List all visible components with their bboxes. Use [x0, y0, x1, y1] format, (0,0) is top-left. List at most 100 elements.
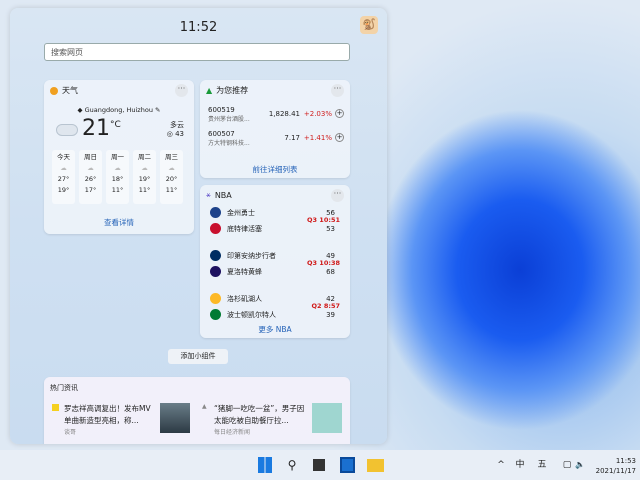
network-icon[interactable]: ▢ [561, 457, 573, 473]
chevron-up-icon[interactable]: ^ [496, 457, 506, 473]
team-score: 68 [315, 268, 335, 276]
cloud-icon: ☁ [160, 163, 183, 174]
news-card: 热门资讯 罗志祥高调复出！发布MV单曲新造型亮相，称... 谈哥 ▲ “猪脚一吃… [44, 377, 350, 444]
team-logo-icon [210, 207, 221, 218]
day-high: 27° [52, 174, 75, 185]
clock: 11:52 [10, 20, 387, 35]
day-low: 17° [79, 185, 102, 196]
news-item[interactable]: ▲ “猪脚一吃吃一盆”，男子因太能吃被自助餐厅拉... 每日经济新闻 [202, 403, 342, 436]
start-button[interactable] [258, 457, 272, 473]
team-row[interactable]: 底特律活塞53 [210, 223, 342, 234]
more-nba-link[interactable]: 更多 NBA [200, 324, 350, 335]
condition: 多云◎ 43 [167, 120, 184, 138]
more-options-button[interactable]: ··· [175, 84, 188, 97]
ime-indicator[interactable]: 中 [514, 457, 526, 473]
file-explorer-icon[interactable] [367, 459, 384, 472]
day-name: 周一 [106, 152, 129, 163]
team-logo-icon [210, 250, 221, 261]
team-name: 夏洛特黄蜂 [227, 267, 315, 277]
stock-row[interactable]: 600519 贵州茅台酒股... 1,828.41 +2.03% + [208, 106, 344, 123]
temperature: 21 [82, 116, 110, 141]
search-placeholder: 搜索网页 [51, 47, 83, 58]
taskbar-time: 11:53 [590, 456, 636, 466]
forecast-day[interactable]: 周三☁20°11° [160, 150, 183, 204]
card-title: 天气 [62, 85, 78, 96]
ime-mode-indicator[interactable]: 五 [536, 457, 548, 473]
widgets-icon[interactable] [340, 457, 355, 473]
cloud-icon: ☁ [52, 163, 75, 174]
location[interactable]: ◆ Guangdong, Huizhou ✎ [44, 106, 194, 114]
stock-change: +1.41% [304, 134, 332, 142]
team-name: 底特律活塞 [227, 224, 315, 234]
card-title: 为您推荐 [216, 85, 248, 96]
team-name: 金州勇士 [227, 208, 315, 218]
day-high: 26° [79, 174, 102, 185]
cloud-icon: ☁ [79, 163, 102, 174]
sun-icon [50, 87, 58, 95]
stock-row[interactable]: 600507 方大特钢科技... 7.17 +1.41% + [208, 130, 344, 147]
day-high: 19° [133, 174, 156, 185]
day-low: 11° [160, 185, 183, 196]
news-item[interactable]: 罗志祥高调复出！发布MV单曲新造型亮相，称... 谈哥 [52, 403, 192, 436]
news-section-title: 热门资讯 [50, 383, 78, 393]
volume-icon[interactable]: 🔈 [574, 457, 586, 473]
clock-date[interactable]: 11:53 2021/11/17 [590, 456, 636, 476]
forecast-day[interactable]: 今天☁27°19° [52, 150, 75, 204]
stock-chart-icon: ▲ [206, 86, 212, 95]
news-headline: 罗志祥高调复出！发布MV单曲新造型亮相，称... [64, 403, 154, 427]
team-row[interactable]: 波士顿凯尔特人39 [210, 309, 342, 320]
stocks-list-link[interactable]: 前往详细列表 [200, 164, 350, 175]
stock-change: +2.03% [304, 110, 332, 118]
day-high: 18° [106, 174, 129, 185]
nba-card: ⚹NBA ··· 金州勇士56底特律活塞53Q3 10:51印第安纳步行者49夏… [200, 185, 350, 338]
news-thumbnail [160, 403, 190, 433]
team-row[interactable]: 夏洛特黄蜂68 [210, 266, 342, 277]
add-stock-button[interactable]: + [335, 133, 344, 142]
team-logo-icon [210, 293, 221, 304]
day-name: 今天 [52, 152, 75, 163]
team-logo-icon [210, 309, 221, 320]
game-status: Q2 8:57 [312, 302, 340, 310]
source-logo-icon: ▲ [202, 403, 207, 410]
more-options-button[interactable]: ··· [331, 189, 344, 202]
team-logo-icon [210, 223, 221, 234]
source-logo-icon [52, 404, 59, 411]
aqi-value: 43 [175, 130, 184, 138]
aqi: ◎ 43 [167, 130, 184, 138]
stock-price: 1,828.41 [269, 110, 300, 118]
news-headline: “猪脚一吃吃一盆”，男子因太能吃被自助餐厅拉... [214, 403, 309, 427]
cloud-icon: ☁ [106, 163, 129, 174]
forecast-day[interactable]: 周二☁19°11° [133, 150, 156, 204]
search-input[interactable]: 搜索网页 [44, 43, 350, 61]
temperature-unit: °C [110, 120, 121, 130]
day-name: 周日 [79, 152, 102, 163]
task-view-icon[interactable] [313, 459, 325, 471]
team-score: 39 [315, 311, 335, 319]
team-name: 洛杉矶湖人 [227, 294, 315, 304]
day-name: 周二 [133, 152, 156, 163]
day-low: 11° [133, 185, 156, 196]
game-status: Q3 10:38 [307, 259, 340, 267]
news-thumbnail [312, 403, 342, 433]
user-avatar[interactable]: 🐒 [360, 16, 378, 34]
basketball-player-icon: ⚹ [206, 190, 211, 200]
forecast-day[interactable]: 周一☁18°11° [106, 150, 129, 204]
team-logo-icon [210, 266, 221, 277]
more-options-button[interactable]: ··· [331, 84, 344, 97]
forecast-day[interactable]: 周日☁26°17° [79, 150, 102, 204]
taskbar-date: 2021/11/17 [590, 466, 636, 476]
stock-price: 7.17 [284, 134, 300, 142]
card-title: NBA [215, 191, 232, 200]
day-name: 周三 [160, 152, 183, 163]
add-widget-button[interactable]: 添加小组件 [168, 349, 228, 364]
add-stock-button[interactable]: + [335, 109, 344, 118]
team-name: 印第安纳步行者 [227, 251, 315, 261]
day-high: 20° [160, 174, 183, 185]
stocks-card: ▲ 为您推荐 ··· 600519 贵州茅台酒股... 1,828.41 +2.0… [200, 80, 350, 178]
condition-text: 多云 [167, 120, 184, 130]
search-icon[interactable]: ⚲ [284, 457, 300, 473]
weather-details-link[interactable]: 查看详情 [44, 217, 194, 228]
cloud-icon: ☁ [133, 163, 156, 174]
day-low: 19° [52, 185, 75, 196]
location-text: Guangdong, Huizhou [85, 106, 153, 114]
